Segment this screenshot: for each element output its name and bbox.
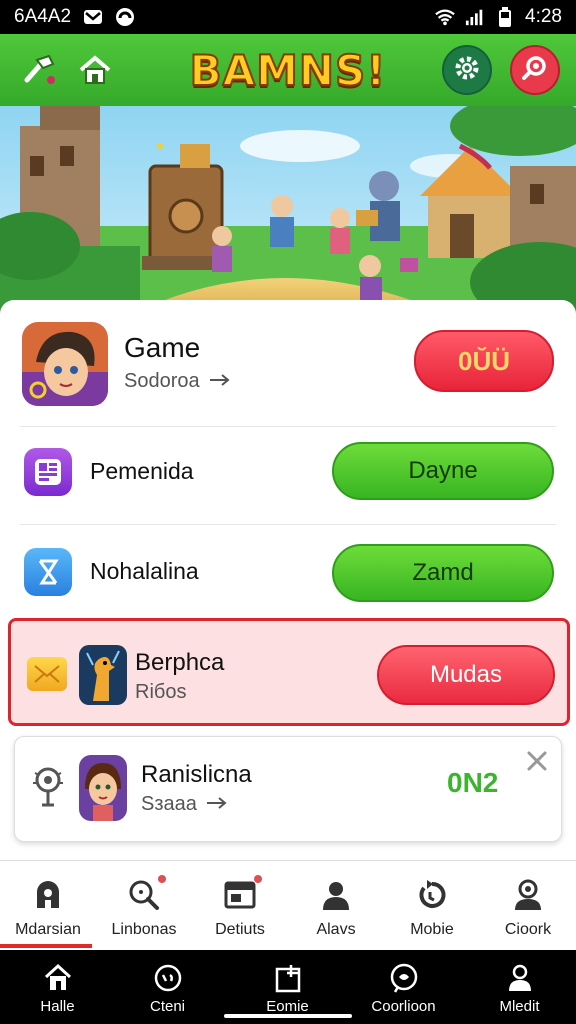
list-item-subtitle: Sodorоa: [124, 370, 232, 393]
list-item-title: Nohalalina: [90, 558, 199, 584]
search-icon: [520, 53, 550, 88]
app-header: BAMNS!: [0, 34, 576, 106]
calculator-icon: [24, 448, 72, 496]
divider: [20, 426, 556, 427]
tab-mobie[interactable]: Mobie: [384, 861, 480, 951]
action-button[interactable]: 0ŬÜ: [414, 330, 554, 392]
bubble-icon: [388, 962, 420, 994]
window-icon: [272, 962, 304, 994]
list-item-game[interactable]: Game Sodorоa 0ŬÜ: [0, 314, 576, 414]
notification-dot: [158, 875, 166, 883]
notification-dot: [254, 875, 262, 883]
home-icon: [30, 877, 66, 913]
list-item-title: Berphca: [135, 649, 225, 676]
divider: [20, 524, 556, 525]
nav-mledit[interactable]: Mledit: [462, 950, 576, 1024]
nav-cteni[interactable]: Cteni: [110, 950, 225, 1024]
nav-label: Cteni: [149, 998, 186, 1015]
hammer-icon[interactable]: [14, 45, 64, 95]
game-logo: BAMNS!: [189, 42, 387, 98]
tab-label: Mdarsian: [15, 921, 81, 938]
envelope-icon: [27, 657, 67, 691]
game-banner-image: [0, 106, 576, 320]
logo-text: BAMNS!: [189, 45, 387, 96]
hourglass-icon: [24, 548, 72, 596]
arrow-right-icon: [205, 793, 229, 816]
signal-icon: [465, 7, 485, 27]
tab-label: Linbonas: [111, 921, 177, 938]
game-app-icon: [22, 322, 108, 406]
nav-halle[interactable]: Halle: [0, 950, 115, 1024]
mail-icon: [83, 7, 103, 27]
home-icon: [42, 962, 74, 994]
wifi-icon: [435, 7, 455, 27]
status-badge: 0N2: [447, 767, 499, 798]
settings-button[interactable]: [442, 45, 492, 95]
list-item-nohalalina[interactable]: Nohalalina Zamd: [0, 530, 576, 614]
tab-label: Detiuts: [215, 921, 265, 938]
status-time-right: 4:28: [525, 6, 562, 27]
list-item-subtitle: Riбos: [135, 681, 187, 703]
tab-cioork[interactable]: Cioork: [480, 861, 576, 951]
nav-label: Mledit: [499, 998, 540, 1015]
person-icon: [318, 877, 354, 913]
tab-detiuts[interactable]: Detiuts: [192, 861, 288, 951]
battery-icon: [495, 7, 515, 27]
notification-icon: [115, 7, 135, 27]
list-item-ranislicna-card[interactable]: Ranislicna Sзaaa 0N2: [14, 736, 562, 842]
list-item-subtitle-text: Sзaaa: [141, 793, 197, 815]
status-bar: 6A4A2 4:28: [0, 0, 576, 34]
nav-label: Eomie: [266, 998, 309, 1015]
chat-icon: [152, 962, 184, 994]
status-time-left: 6A4A2: [14, 6, 72, 27]
berphca-app-icon: [79, 645, 127, 705]
tab-label: Cioork: [504, 921, 552, 938]
gear-icon: [453, 54, 481, 87]
list-item-title: Game: [124, 332, 201, 363]
list-item-title: Ranislicna: [141, 761, 252, 788]
person-icon: [504, 962, 536, 994]
refresh-icon: [414, 877, 450, 913]
list-item-subtitle: Sзaaa: [141, 793, 229, 816]
bottom-tab-bar: Mdarsian Linbonas Detiuts Alavs Mobie Ci…: [0, 860, 576, 950]
nav-label: Coorlioon: [371, 998, 436, 1015]
window-icon: [222, 875, 262, 913]
tab-mdarsian[interactable]: Mdarsian: [0, 861, 96, 951]
nav-eomie[interactable]: Eomie: [230, 950, 345, 1024]
nav-coorlioon[interactable]: Coorlioon: [346, 950, 461, 1024]
house-icon[interactable]: [70, 45, 120, 95]
close-icon[interactable]: [525, 749, 549, 773]
nav-label: Halle: [40, 998, 75, 1015]
list-item-subtitle-text: Sodorоa: [124, 370, 200, 392]
arrow-right-icon: [208, 370, 232, 393]
list-item-pemenida[interactable]: Pemenida Dayne: [0, 430, 576, 514]
location-pin-icon: [31, 765, 65, 809]
active-tab-indicator: [0, 944, 92, 948]
action-button[interactable]: Dayne: [332, 442, 554, 500]
search-icon: [126, 875, 166, 913]
tab-label: Mobie: [410, 921, 454, 938]
system-nav-bar: Halle Cteni Eomie Coorlioon Mledit: [0, 950, 576, 1024]
action-button[interactable]: Mudas: [377, 645, 555, 705]
ranislicna-app-icon: [79, 755, 127, 821]
search-button[interactable]: [510, 45, 560, 95]
tab-alavs[interactable]: Alavs: [288, 861, 384, 951]
tab-label: Alavs: [316, 921, 356, 938]
user-icon: [510, 877, 546, 913]
home-gesture-handle[interactable]: [224, 1014, 352, 1018]
list-item-berphca-selected[interactable]: Berphca Riбos Mudas: [8, 618, 570, 726]
list-item-title: Pemenida: [90, 458, 194, 484]
action-button[interactable]: Zamd: [332, 544, 554, 602]
tab-linbonas[interactable]: Linbonas: [96, 861, 192, 951]
